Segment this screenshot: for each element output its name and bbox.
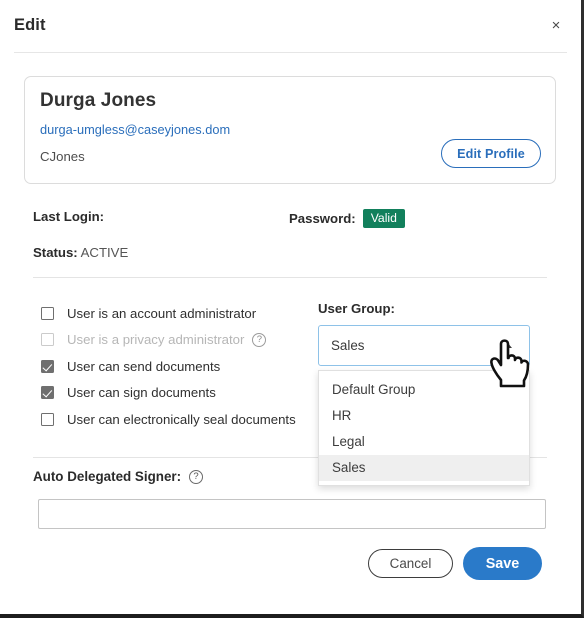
profile-name: Durga Jones (40, 90, 157, 111)
last-login-label: Last Login: (33, 209, 105, 224)
edit-user-dialog: Edit × Durga Jones durga-umgless@caseyjo… (0, 0, 584, 618)
cancel-button[interactable]: Cancel (368, 549, 453, 578)
status-label: Status: (33, 245, 78, 260)
edit-profile-button[interactable]: Edit Profile (441, 139, 541, 168)
permission-label: User can send documents (67, 358, 221, 374)
last-login-row: Last Login: (33, 209, 104, 224)
auto-delegated-signer-row: Auto Delegated Signer: ? (33, 469, 204, 484)
dropdown-option[interactable]: Default Group (319, 377, 529, 403)
status-badge: Valid (362, 209, 405, 229)
permission-checkbox-row[interactable]: User can electronically seal documents (41, 406, 311, 433)
permissions-list: User is an account administrator User is … (41, 300, 311, 433)
password-label: Password: (289, 211, 356, 227)
dropdown-option[interactable]: Legal (319, 429, 529, 455)
page-title: Edit (14, 16, 46, 34)
permission-label: User is an account administrator (67, 305, 257, 321)
user-group-label: User Group: (318, 301, 395, 316)
permission-checkbox-row: User is a privacy administrator? (41, 327, 311, 354)
save-button[interactable]: Save (463, 547, 542, 580)
dialog-header: Edit × (0, 0, 581, 53)
profile-email-link[interactable]: durga-umgless@caseyjones.dom (40, 122, 230, 137)
close-icon[interactable]: × (545, 14, 567, 36)
help-icon[interactable]: ? (252, 332, 267, 347)
permission-label: User is a privacy administrator (67, 332, 245, 348)
profile-card: Durga Jones durga-umgless@caseyjones.dom… (24, 76, 556, 184)
header-divider (14, 52, 567, 53)
checkbox-icon[interactable] (41, 359, 54, 373)
checkbox-icon (41, 333, 54, 347)
user-group-selected-value: Sales (331, 338, 365, 353)
user-group-select[interactable]: Sales (318, 325, 530, 366)
auto-delegated-signer-input[interactable] (38, 499, 546, 529)
checkbox-icon[interactable] (41, 412, 54, 426)
permission-checkbox-row[interactable]: User can send documents (41, 353, 311, 380)
status-value: ACTIVE (80, 245, 129, 260)
dropdown-option[interactable]: HR (319, 403, 529, 429)
permission-checkbox-row[interactable]: User is an account administrator (41, 300, 311, 327)
profile-username: CJones (40, 149, 85, 164)
section-divider-top (33, 277, 547, 278)
checkbox-icon[interactable] (41, 386, 54, 400)
dropdown-option[interactable]: Sales (319, 455, 529, 481)
password-row: Password: Valid (289, 209, 405, 229)
help-icon[interactable]: ? (189, 469, 204, 484)
user-group-dropdown[interactable]: Default Group HR Legal Sales (318, 370, 530, 486)
checkbox-icon[interactable] (41, 306, 54, 320)
chevron-up-icon (502, 342, 512, 348)
permission-label: User can sign documents (67, 385, 216, 401)
permission-label: User can electronically seal documents (67, 411, 296, 427)
status-row: Status: ACTIVE (33, 245, 128, 260)
auto-delegated-signer-label: Auto Delegated Signer: (33, 469, 182, 484)
permission-checkbox-row[interactable]: User can sign documents (41, 380, 311, 407)
